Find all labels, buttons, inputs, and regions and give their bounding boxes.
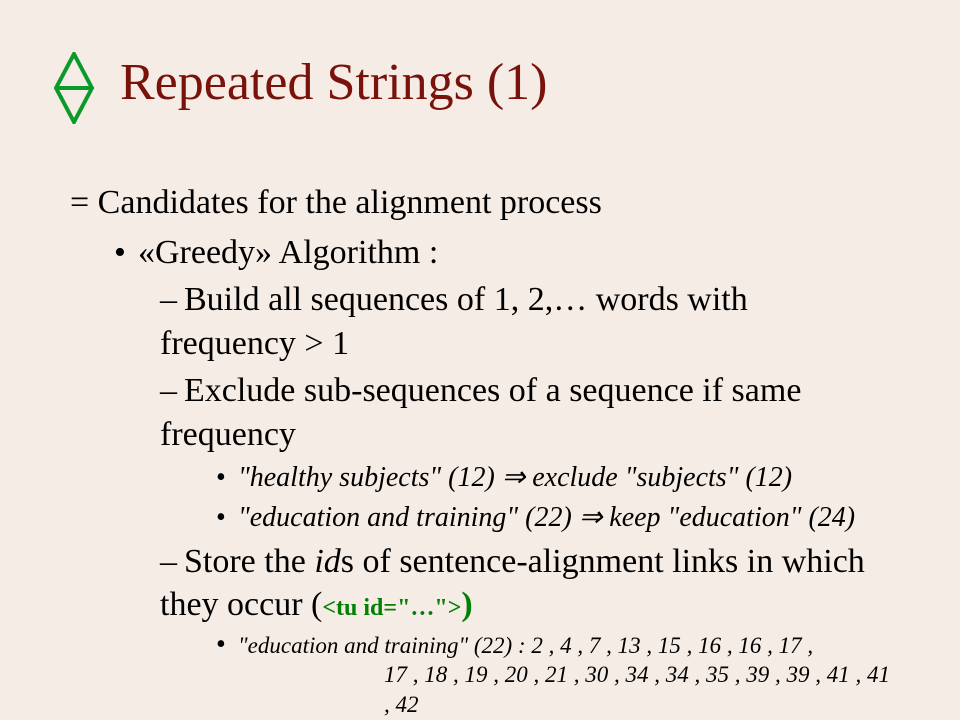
build-line: –Build all sequences of 1, 2,… words wit… [160,278,890,365]
bullet-dot-icon: • [216,631,238,659]
edukeep-line: •"education and training" (22) ⇒ keep "e… [216,500,890,536]
greedy-text: «Greedy» Algorithm : [138,234,438,271]
example-line: •"education and training" (22) : 2 , 4 ,… [216,631,890,719]
example-a: "education and training" (22) : 2 , 4 , … [238,633,813,658]
healthy-line: •"healthy subjects" (12) ⇒ exclude "subj… [216,460,890,496]
store-text-a: Store the [184,543,314,580]
title-row: Repeated Strings (1) [52,48,890,129]
slide-title: Repeated Strings (1) [120,54,547,111]
store-close: ) [461,586,472,623]
candidates-line: = Candidates for the alignment process [70,181,890,225]
bullet-dash-icon: – [160,369,184,413]
edukeep-text: "education and training" (22) ⇒ keep "ed… [238,502,855,533]
diamond-icon [52,52,96,129]
store-line: –Store the ids of sentence-alignment lin… [160,540,890,627]
tuid-text: <tu id="…"> [322,595,461,621]
bullet-dot-icon: • [114,231,138,275]
greedy-line: •«Greedy» Algorithm : [114,231,890,275]
slide: Repeated Strings (1) = Candidates for th… [0,0,960,720]
ids-word: id [314,543,340,580]
bullet-dot-icon: • [216,504,238,532]
bullet-dot-icon: • [216,464,238,492]
example-b: 17 , 18 , 19 , 20 , 21 , 30 , 34 , 34 , … [384,660,890,719]
bullet-dash-icon: – [160,278,184,322]
build-text: Build all sequences of 1, 2,… words with… [160,281,748,362]
exclude-text: Exclude sub-sequences of a sequence if s… [160,372,801,453]
healthy-text: "healthy subjects" (12) ⇒ exclude "subje… [238,462,792,493]
slide-content: = Candidates for the alignment process •… [70,181,890,719]
exclude-line: –Exclude sub-sequences of a sequence if … [160,369,890,456]
bullet-dash-icon: – [160,540,184,584]
